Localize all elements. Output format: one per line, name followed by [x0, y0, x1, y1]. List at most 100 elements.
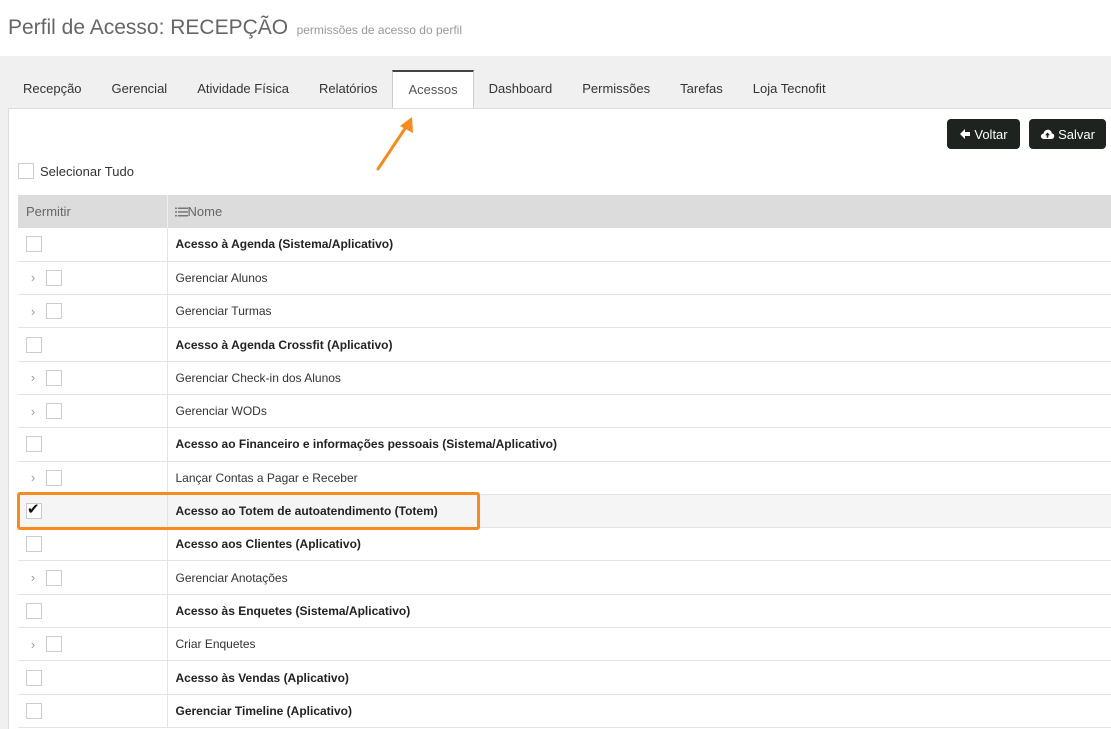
- permission-checkbox[interactable]: [26, 536, 42, 553]
- permission-label: Acesso às Vendas (Aplicativo): [175, 670, 349, 685]
- cloud-upload-icon: [1040, 129, 1055, 139]
- permission-checkbox[interactable]: [46, 303, 62, 320]
- salvar-button[interactable]: Salvar: [1029, 119, 1106, 149]
- table-row: › Gerenciar Check-in dos Alunos: [18, 361, 1111, 395]
- nome-cell: Acesso à Agenda (Sistema/Aplicativo): [167, 228, 1111, 262]
- voltar-button[interactable]: Voltar: [947, 119, 1020, 149]
- tab-bar: Recepção Gerencial Atividade Física Relatór…: [8, 70, 841, 109]
- nome-cell: Lançar Contas a Pagar e Receber: [167, 461, 1111, 495]
- header-nome: Nome: [167, 195, 1111, 228]
- nome-cell: Acesso aos Clientes (Aplicativo): [167, 527, 1111, 562]
- table-row: Gerenciar Timeline (Aplicativo): [18, 694, 1111, 728]
- permitir-cell: [18, 327, 168, 362]
- nome-cell: Criar Enquetes: [167, 627, 1111, 662]
- nome-cell: Gerenciar Alunos: [167, 261, 1111, 296]
- permission-label: Acesso ao Financeiro e informações pesso…: [175, 437, 557, 452]
- table-row: › Gerenciar Anotações: [18, 560, 1111, 595]
- chevron-right-icon[interactable]: ›: [26, 370, 40, 385]
- tab-recepcao[interactable]: Recepção: [8, 70, 97, 108]
- chevron-right-icon[interactable]: ›: [26, 270, 40, 285]
- voltar-label: Voltar: [974, 126, 1008, 142]
- permitir-cell: [18, 494, 168, 529]
- tab-tarefas[interactable]: Tarefas: [665, 70, 738, 108]
- tab-permissoes[interactable]: Permissões: [567, 70, 665, 108]
- permission-checkbox[interactable]: [26, 500, 42, 520]
- nome-cell: Gerenciar WODs: [167, 394, 1111, 429]
- permission-label: Acesso às Enquetes (Sistema/Aplicativo): [175, 603, 411, 618]
- permission-label: Gerenciar Check-in dos Alunos: [175, 370, 341, 385]
- permission-label: Gerenciar Turmas: [175, 304, 272, 319]
- nome-cell: Gerenciar Turmas: [167, 294, 1111, 329]
- select-all[interactable]: Selecionar Tudo: [18, 163, 134, 179]
- permission-checkbox[interactable]: [46, 636, 62, 653]
- nome-cell: Gerenciar Check-in dos Alunos: [167, 361, 1111, 395]
- permitir-cell: [18, 694, 168, 728]
- permission-checkbox[interactable]: [46, 569, 62, 586]
- permission-checkbox[interactable]: [26, 702, 42, 719]
- page-subtitle: permissões de acesso do perfil: [296, 23, 462, 37]
- permitir-cell: ›: [18, 627, 168, 662]
- nome-cell: Gerenciar Timeline (Aplicativo): [167, 694, 1111, 728]
- tab-acessos[interactable]: Acessos: [392, 70, 474, 109]
- nome-cell: Acesso às Enquetes (Sistema/Aplicativo): [167, 594, 1111, 629]
- permission-label: Acesso à Agenda Crossfit (Aplicativo): [175, 337, 393, 352]
- permission-label: Gerenciar Anotações: [175, 570, 288, 585]
- chevron-right-icon[interactable]: ›: [26, 637, 40, 652]
- nome-cell: Acesso às Vendas (Aplicativo): [167, 660, 1111, 695]
- page-header: Perfil de Acesso: RECEPÇÃO permissões de…: [0, 0, 1111, 56]
- tab-loja-tecnofit[interactable]: Loja Tecnofit: [738, 70, 841, 108]
- header-permitir: Permitir: [18, 195, 168, 228]
- permitir-cell: [18, 228, 168, 262]
- tab-gerencial[interactable]: Gerencial: [97, 70, 183, 108]
- table-row: Acesso ao Financeiro e informações pesso…: [18, 427, 1111, 462]
- chevron-right-icon[interactable]: ›: [26, 304, 40, 319]
- tab-dashboard[interactable]: Dashboard: [474, 70, 568, 108]
- salvar-label: Salvar: [1058, 126, 1095, 142]
- table-row: › Lançar Contas a Pagar e Receber: [18, 461, 1111, 495]
- select-all-checkbox[interactable]: [18, 163, 34, 179]
- nome-cell: Acesso ao Financeiro e informações pesso…: [167, 427, 1111, 462]
- permitir-cell: [18, 660, 168, 695]
- permission-label: Gerenciar WODs: [175, 404, 267, 419]
- permission-checkbox[interactable]: [26, 436, 42, 453]
- permission-checkbox[interactable]: [46, 269, 62, 286]
- permission-label: Acesso ao Totem de autoatendimento (Tote…: [175, 504, 438, 519]
- permission-label: Criar Enquetes: [175, 637, 256, 652]
- permitir-cell: [18, 527, 168, 562]
- table-row: Acesso ao Totem de autoatendimento (Tote…: [18, 494, 1111, 529]
- tab-atividade-fisica[interactable]: Atividade Física: [182, 70, 304, 108]
- permission-label: Lançar Contas a Pagar e Receber: [175, 470, 358, 485]
- table-row: › Criar Enquetes: [18, 627, 1111, 662]
- permission-checkbox[interactable]: [26, 336, 42, 353]
- select-all-label: Selecionar Tudo: [40, 163, 134, 179]
- permission-checkbox[interactable]: [26, 602, 42, 619]
- permitir-cell: ›: [18, 461, 168, 495]
- permission-checkbox[interactable]: [46, 403, 62, 420]
- permission-checkbox[interactable]: [46, 369, 62, 386]
- table-row: › Gerenciar WODs: [18, 394, 1111, 429]
- chevron-right-icon[interactable]: ›: [26, 404, 40, 419]
- permitir-cell: ›: [18, 261, 168, 296]
- tab-relatorios[interactable]: Relatórios: [304, 70, 393, 108]
- permitir-cell: ›: [18, 361, 168, 395]
- permitir-cell: ›: [18, 294, 168, 329]
- page-title: Perfil de Acesso: RECEPÇÃO: [8, 16, 289, 39]
- nome-cell: Acesso à Agenda Crossfit (Aplicativo): [167, 327, 1111, 362]
- table-row: › Gerenciar Turmas: [18, 294, 1111, 329]
- permissions-panel: Voltar Salvar Selecionar Tudo Permitir N…: [8, 108, 1111, 729]
- permission-label: Acesso aos Clientes (Aplicativo): [175, 537, 361, 552]
- permitir-cell: [18, 427, 168, 462]
- nome-cell: Acesso ao Totem de autoatendimento (Tote…: [167, 494, 1111, 529]
- permitir-cell: [18, 594, 168, 629]
- permission-checkbox[interactable]: [26, 669, 42, 686]
- permission-checkbox[interactable]: [46, 469, 62, 486]
- permission-label: Gerenciar Timeline (Aplicativo): [175, 703, 353, 718]
- header-nome-label: Nome: [187, 204, 223, 219]
- chevron-right-icon[interactable]: ›: [26, 470, 40, 485]
- table-row: Acesso à Agenda (Sistema/Aplicativo): [18, 228, 1111, 262]
- table-row: Acesso às Enquetes (Sistema/Aplicativo): [18, 594, 1111, 629]
- permission-label: Gerenciar Alunos: [175, 270, 268, 285]
- arrow-left-icon: [960, 129, 971, 139]
- chevron-right-icon[interactable]: ›: [26, 570, 40, 585]
- permission-checkbox[interactable]: [26, 236, 42, 253]
